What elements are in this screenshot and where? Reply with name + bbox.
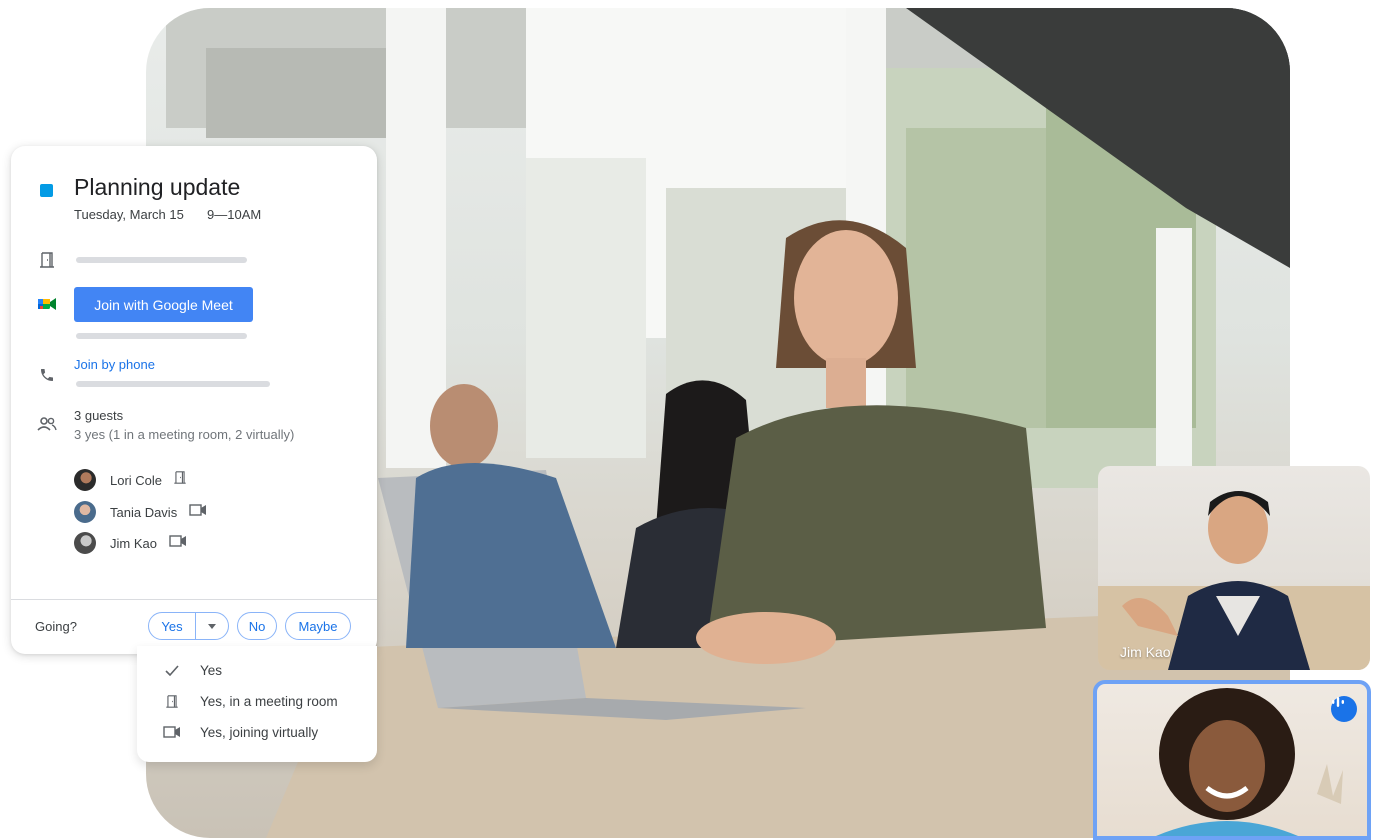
participant-video bbox=[1156, 688, 1343, 836]
join-google-meet-button[interactable]: Join with Google Meet bbox=[74, 287, 253, 322]
meeting-room-icon bbox=[36, 249, 58, 271]
rsvp-prompt: Going? bbox=[35, 619, 77, 634]
guest-row[interactable]: Lori Cole bbox=[74, 469, 186, 491]
rsvp-no-button[interactable]: No bbox=[237, 612, 277, 640]
phone-icon bbox=[36, 364, 58, 386]
join-by-phone-link[interactable]: Join by phone bbox=[74, 357, 155, 372]
rsvp-yes-button[interactable]: Yes bbox=[148, 612, 229, 640]
video-camera-icon bbox=[169, 534, 187, 552]
audio-level-icon bbox=[1331, 696, 1357, 722]
event-details-card: Planning update Tuesday, March 15 9—10AM… bbox=[11, 146, 377, 654]
guest-row[interactable]: Jim Kao bbox=[74, 532, 187, 554]
google-meet-icon bbox=[36, 293, 58, 315]
video-tile-active-speaker[interactable] bbox=[1093, 680, 1371, 840]
chevron-down-icon[interactable] bbox=[196, 623, 228, 629]
avatar bbox=[74, 501, 96, 523]
rsvp-dropdown-menu: Yes Yes, in a meeting room Yes, joining … bbox=[137, 646, 377, 762]
rsvp-yes-label: Yes bbox=[161, 618, 183, 634]
avatar bbox=[74, 532, 96, 554]
guest-row[interactable]: Tania Davis bbox=[74, 501, 207, 523]
participant-video bbox=[1098, 491, 1370, 670]
menu-item-label: Yes, in a meeting room bbox=[200, 693, 338, 709]
guests-count: 3 guests bbox=[74, 408, 124, 423]
event-title: Planning update bbox=[74, 174, 241, 200]
menu-item-yes[interactable]: Yes bbox=[137, 657, 377, 683]
guest-name: Lori Cole bbox=[110, 472, 163, 488]
meeting-room-icon bbox=[161, 690, 183, 712]
people-icon bbox=[36, 413, 58, 435]
video-tile-participant[interactable]: Jim Kao bbox=[1098, 466, 1370, 670]
menu-item-label: Yes bbox=[200, 662, 223, 678]
menu-item-yes-virtually[interactable]: Yes, joining virtually bbox=[137, 719, 377, 745]
menu-item-yes-meeting-room[interactable]: Yes, in a meeting room bbox=[137, 688, 377, 714]
participant-name: Jim Kao bbox=[1120, 644, 1171, 660]
video-camera-icon bbox=[189, 503, 207, 521]
check-icon bbox=[161, 659, 183, 681]
menu-item-label: Yes, joining virtually bbox=[200, 724, 319, 740]
rsvp-maybe-button[interactable]: Maybe bbox=[285, 612, 351, 640]
guest-name: Tania Davis bbox=[110, 504, 178, 520]
video-camera-icon bbox=[161, 721, 183, 743]
guest-name: Jim Kao bbox=[110, 535, 157, 551]
phone-placeholder-bar bbox=[76, 381, 270, 387]
guests-summary: 3 yes (1 in a meeting room, 2 virtually) bbox=[74, 427, 295, 442]
event-date: Tuesday, March 15 bbox=[74, 207, 184, 222]
avatar bbox=[74, 469, 96, 491]
divider bbox=[11, 599, 377, 600]
event-time: 9—10AM bbox=[207, 207, 262, 222]
meeting-room-icon bbox=[174, 471, 186, 489]
meet-link-placeholder-bar bbox=[76, 333, 247, 339]
calendar-color-icon bbox=[40, 184, 53, 197]
room-placeholder-bar bbox=[76, 257, 247, 263]
